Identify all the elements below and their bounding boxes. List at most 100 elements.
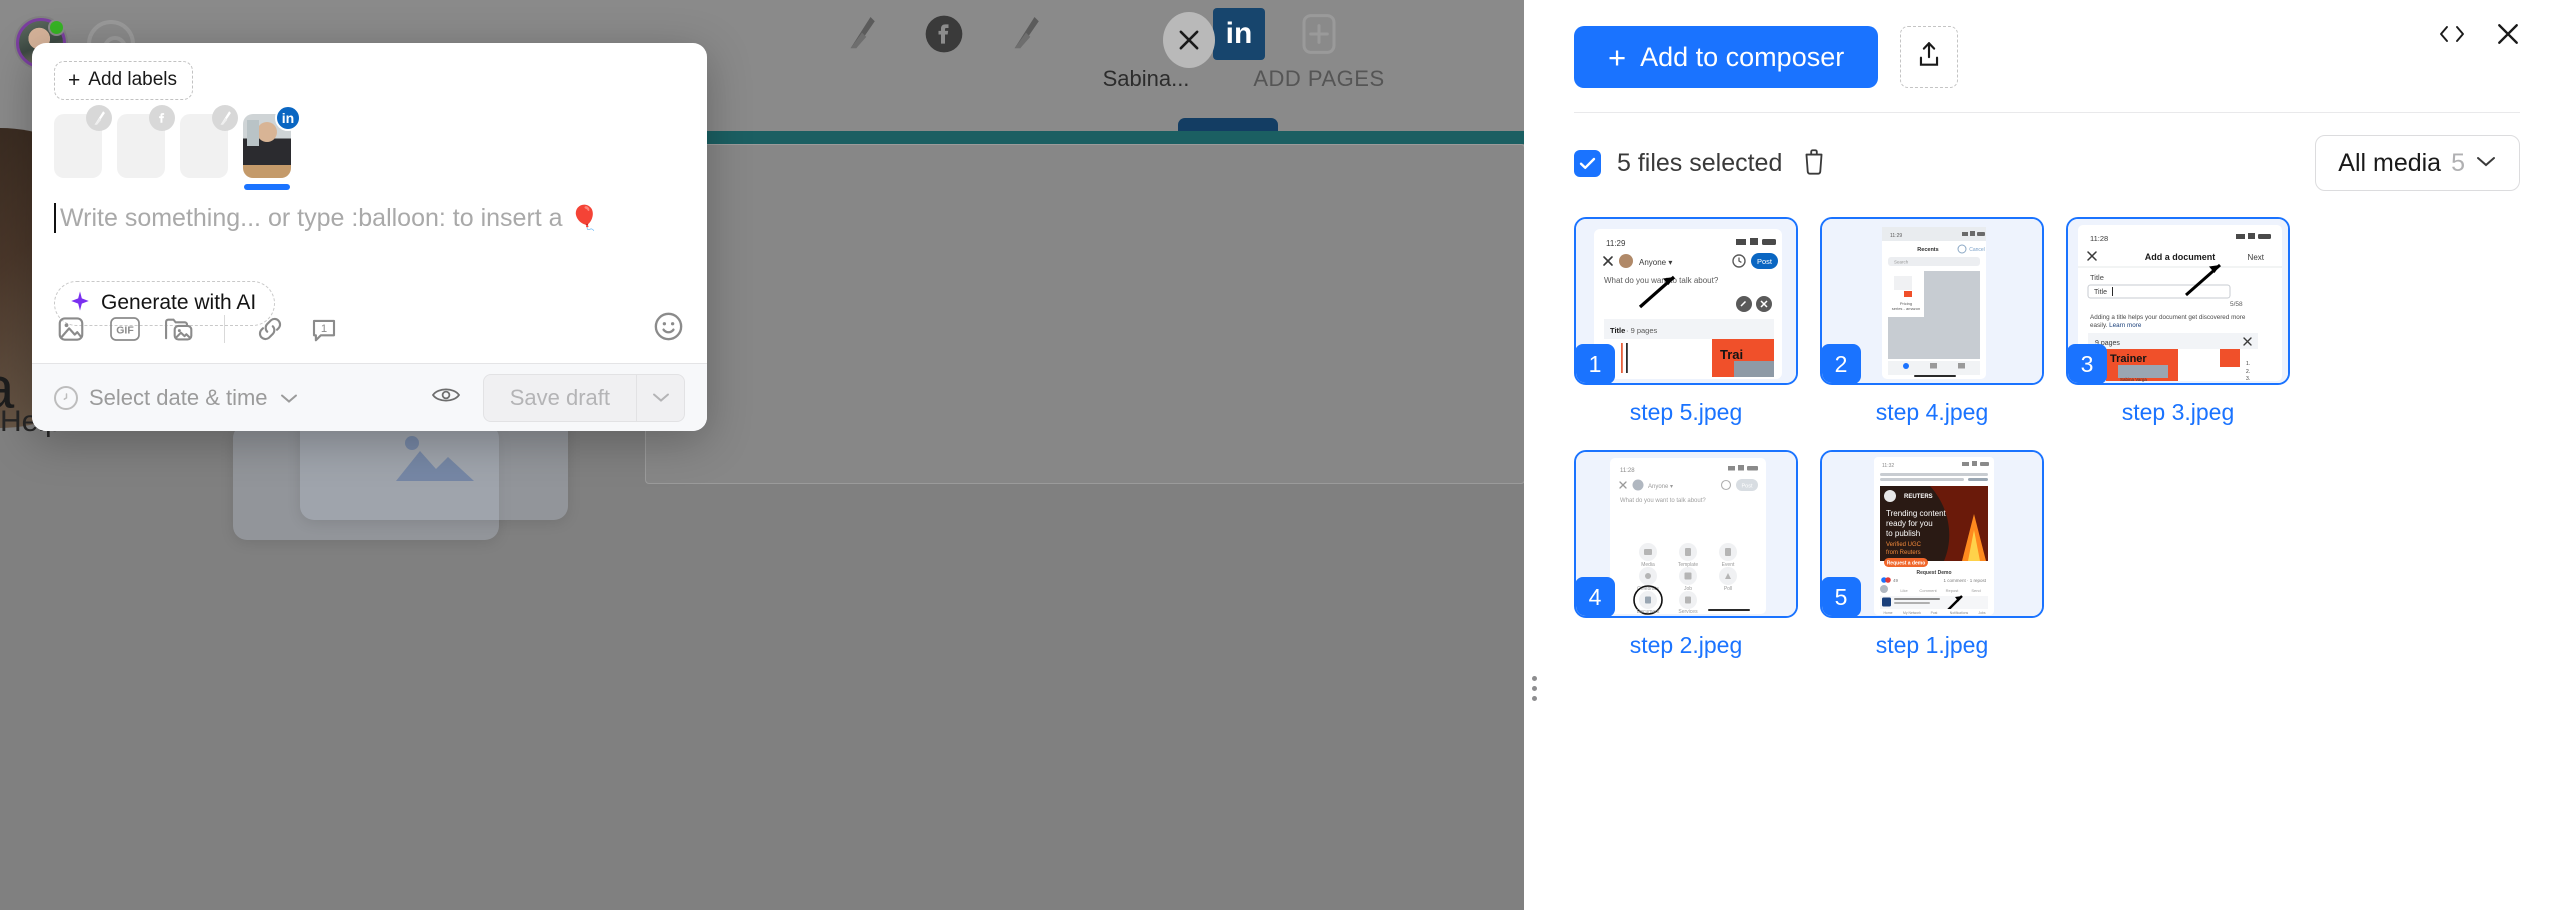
editor-placeholder-text: Write something... or type :balloon: to … bbox=[60, 204, 563, 232]
chevron-down-icon bbox=[2475, 154, 2497, 173]
media-thumbnail[interactable]: 11:29 Recents Cancel Search Pricing seri… bbox=[1820, 217, 2044, 385]
media-thumbnail[interactable]: 11:32 REUTERS Trending content ready for… bbox=[1820, 450, 2044, 618]
linkedin-active-icon[interactable]: in bbox=[1213, 8, 1265, 60]
facebook-icon bbox=[924, 8, 964, 60]
svg-text:2.: 2. bbox=[2246, 369, 2250, 375]
channel-tab-mastodon-2[interactable] bbox=[1004, 8, 1048, 66]
mastodon-icon bbox=[212, 105, 238, 131]
post-text-editor[interactable]: Write something... or type :balloon: to … bbox=[54, 202, 685, 254]
svg-text:Title: Title bbox=[1610, 326, 1625, 335]
trash-icon[interactable] bbox=[1802, 147, 1826, 180]
svg-text:Adding a title helps your docu: Adding a title helps your document get d… bbox=[2090, 314, 2246, 321]
media-index-badge: 5 bbox=[1822, 577, 1861, 616]
svg-text:Search: Search bbox=[1894, 260, 1909, 265]
media-cell[interactable]: 11:29 Anyone ▾ Post What do you want to … bbox=[1574, 217, 1798, 426]
svg-text:Home: Home bbox=[1883, 611, 1892, 615]
save-draft-split-button[interactable]: Save draft bbox=[482, 373, 685, 422]
svg-text:What do you want to talk about: What do you want to talk about? bbox=[1620, 498, 1706, 504]
channel-tab-facebook[interactable] bbox=[922, 8, 966, 66]
upload-button[interactable] bbox=[1900, 26, 1959, 88]
online-status-dot bbox=[48, 19, 65, 36]
add-pages-button[interactable]: ADD PAGES bbox=[1244, 8, 1394, 92]
plus-icon: + bbox=[68, 68, 81, 92]
media-cell[interactable]: 11:28 Add a document Next Title Title 5/ bbox=[2066, 217, 2290, 426]
save-draft-label: Save draft bbox=[509, 384, 610, 410]
image-icon[interactable] bbox=[54, 312, 88, 346]
link-icon[interactable] bbox=[253, 312, 287, 346]
selection-row: 5 files selected All media 5 bbox=[1524, 113, 2554, 191]
svg-text:Trainer: Trainer bbox=[2110, 353, 2147, 365]
profile-selector: in bbox=[54, 105, 685, 190]
schedule-picker[interactable]: Select date & time bbox=[54, 385, 299, 411]
media-filter-dropdown[interactable]: All media 5 bbox=[2315, 135, 2520, 191]
media-cell[interactable]: 11:32 REUTERS Trending content ready for… bbox=[1820, 450, 2044, 659]
active-tab-underline bbox=[1178, 118, 1278, 131]
facebook-icon bbox=[149, 105, 175, 131]
composer-body: + Add labels in Write something... or ty… bbox=[32, 43, 707, 363]
profile-chip-facebook[interactable] bbox=[117, 105, 175, 178]
channel-tab-mastodon-1[interactable] bbox=[840, 8, 884, 66]
media-filename: step 5.jpeg bbox=[1629, 399, 1743, 425]
svg-text:11:28: 11:28 bbox=[2090, 234, 2108, 243]
media-index-badge: 3 bbox=[2068, 344, 2107, 383]
media-filename: step 1.jpeg bbox=[1875, 632, 1989, 658]
add-labels-button[interactable]: + Add labels bbox=[54, 61, 193, 100]
svg-text:Trending content: Trending content bbox=[1886, 509, 1947, 518]
composer-footer: Select date & time Save draft bbox=[32, 363, 707, 431]
save-draft-chevron-down-icon[interactable] bbox=[636, 374, 684, 421]
media-cell[interactable]: 11:29 Recents Cancel Search Pricing seri… bbox=[1820, 217, 2044, 426]
first-comment-icon[interactable]: 1 bbox=[307, 312, 341, 346]
svg-text:1 comment · 1 repost: 1 comment · 1 repost bbox=[1943, 578, 1986, 583]
profile-chip-mastodon-2[interactable] bbox=[180, 105, 238, 178]
code-brackets-icon[interactable] bbox=[2436, 22, 2468, 51]
backdrop-content-card bbox=[645, 144, 1524, 484]
mastodon-icon bbox=[845, 8, 879, 60]
svg-text:Poll: Poll bbox=[1724, 586, 1732, 592]
svg-text:Title: Title bbox=[2090, 273, 2104, 282]
image-placeholder-icon bbox=[396, 436, 474, 481]
close-icon[interactable] bbox=[2494, 20, 2522, 53]
svg-text:11:32: 11:32 bbox=[1882, 463, 1894, 469]
panel-drag-handle[interactable] bbox=[1532, 676, 1537, 701]
drag-dot bbox=[1532, 696, 1537, 701]
profile-chip-linkedin[interactable]: in bbox=[243, 105, 301, 190]
svg-text:11:29: 11:29 bbox=[1890, 233, 1902, 239]
screen-root: Sabina... ADD PAGES in a Help bbox=[0, 0, 2554, 910]
media-index-badge: 2 bbox=[1822, 344, 1861, 383]
media-filename: step 3.jpeg bbox=[2121, 399, 2235, 425]
media-thumbnail[interactable]: 11:28 Add a document Next Title Title 5/ bbox=[2066, 217, 2290, 385]
media-cell[interactable]: 11:28 Anyone ▾ Post What do you want to … bbox=[1574, 450, 1798, 659]
selected-indicator bbox=[244, 184, 290, 190]
mastodon-icon bbox=[1009, 8, 1043, 60]
media-thumbnail[interactable]: 11:28 Anyone ▾ Post What do you want to … bbox=[1574, 450, 1798, 618]
media-panel-header: + Add to composer bbox=[1524, 0, 2554, 88]
select-all-checkbox[interactable] bbox=[1574, 149, 1601, 177]
svg-text:Like: Like bbox=[1900, 588, 1908, 593]
svg-text:Trai: Trai bbox=[1720, 347, 1743, 362]
media-index-badge: 4 bbox=[1576, 577, 1615, 616]
svg-text:Request a demo: Request a demo bbox=[1887, 561, 1926, 567]
svg-text:Jobs: Jobs bbox=[1978, 611, 1985, 615]
media-panel-header-row: + Add to composer bbox=[1574, 26, 2520, 88]
svg-text:Add a document: Add a document bbox=[2145, 252, 2216, 262]
remove-channel-button[interactable] bbox=[1163, 12, 1215, 68]
svg-text:Recents: Recents bbox=[1917, 247, 1938, 253]
composer-toolbar: GIF 1 bbox=[32, 295, 707, 363]
add-to-composer-button[interactable]: + Add to composer bbox=[1574, 26, 1879, 88]
eye-icon[interactable] bbox=[431, 384, 461, 411]
svg-text:1: 1 bbox=[321, 323, 327, 335]
clock-icon bbox=[54, 385, 78, 410]
svg-text:Sabina Varga: Sabina Varga bbox=[2120, 377, 2147, 382]
profile-chip-mastodon-1[interactable] bbox=[54, 105, 112, 178]
media-index-badge: 1 bbox=[1576, 344, 1615, 383]
media-library-icon[interactable] bbox=[162, 312, 196, 346]
emoji-icon[interactable] bbox=[652, 310, 685, 348]
linkedin-icon: in bbox=[275, 105, 301, 131]
add-page-icon bbox=[1299, 8, 1339, 60]
svg-text:from Reuters: from Reuters bbox=[1886, 550, 1921, 556]
svg-text:Post: Post bbox=[1741, 484, 1752, 490]
gif-icon[interactable]: GIF bbox=[108, 312, 142, 346]
svg-text:Verified UGC: Verified UGC bbox=[1886, 542, 1922, 548]
media-thumbnail[interactable]: 11:29 Anyone ▾ Post What do you want to … bbox=[1574, 217, 1798, 385]
svg-text:REUTERS: REUTERS bbox=[1904, 494, 1933, 500]
